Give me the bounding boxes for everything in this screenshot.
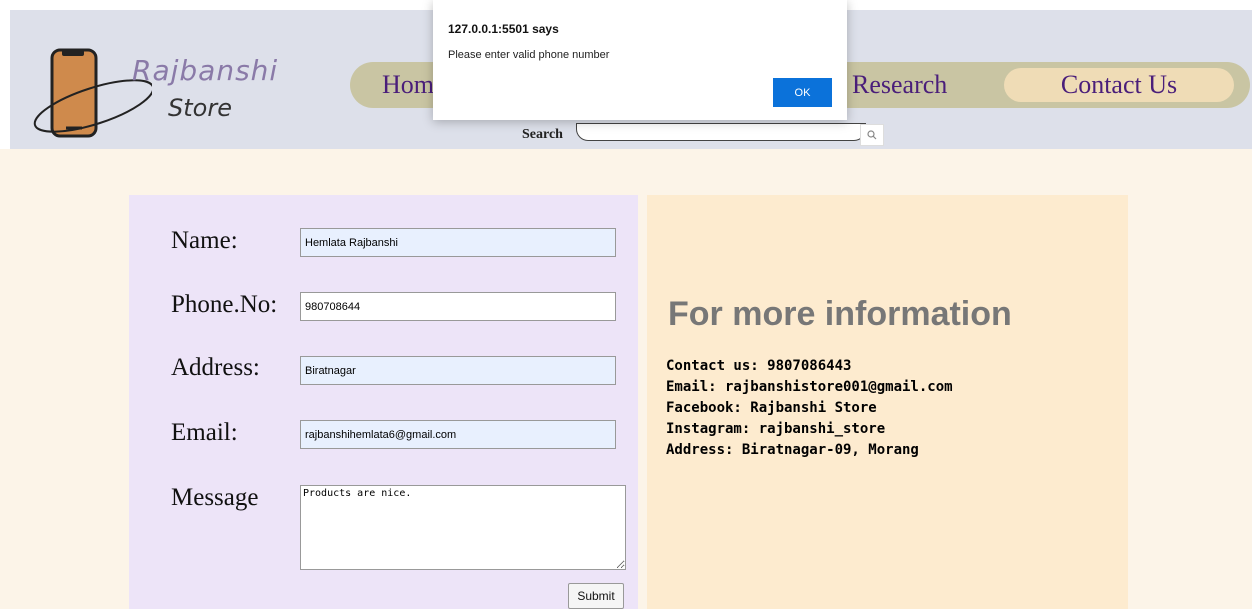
search-label: Search [522, 127, 563, 142]
info-address: Address: Biratnagar-09, Morang [666, 442, 919, 458]
dialog-title: 127.0.0.1:5501 says [448, 22, 559, 36]
nav-link-research[interactable]: Research [852, 68, 947, 102]
search-button[interactable] [860, 124, 884, 146]
info-contact: Contact us: 9807086443 [666, 358, 852, 374]
name-field[interactable] [300, 228, 616, 257]
store-logo[interactable]: Rajbanshi Store [32, 46, 292, 150]
nav-link-contact-us[interactable]: Contact Us [1004, 68, 1234, 102]
search-icon [867, 130, 877, 140]
email-label: Email: [171, 419, 238, 446]
info-panel: For more information Contact us: 9807086… [647, 195, 1128, 609]
search-input[interactable] [576, 123, 866, 141]
message-label: Message [171, 484, 259, 511]
email-field[interactable] [300, 420, 616, 449]
alert-dialog: 127.0.0.1:5501 says Please enter valid p… [433, 0, 847, 120]
address-label: Address: [171, 354, 260, 381]
address-field[interactable] [300, 356, 616, 385]
name-label: Name: [171, 227, 238, 254]
message-textarea[interactable]: Products are nice. [300, 485, 626, 570]
main-content: Name: Phone.No: Address: Email: Message … [0, 149, 1252, 609]
phone-field[interactable] [300, 292, 616, 321]
info-facebook: Facebook: Rajbanshi Store [666, 400, 877, 416]
info-instagram: Instagram: rajbanshi_store [666, 421, 886, 437]
dialog-message: Please enter valid phone number [448, 49, 610, 61]
dialog-ok-button[interactable]: OK [773, 78, 832, 107]
logo-text-store: Store [168, 94, 232, 122]
phone-label: Phone.No: [171, 291, 278, 318]
logo-text-rajbanshi: Rajbanshi [132, 54, 279, 87]
contact-form: Name: Phone.No: Address: Email: Message … [129, 195, 638, 609]
submit-button[interactable]: Submit [568, 583, 624, 609]
info-title: For more information [668, 295, 1012, 333]
info-email: Email: rajbanshistore001@gmail.com [666, 379, 953, 395]
